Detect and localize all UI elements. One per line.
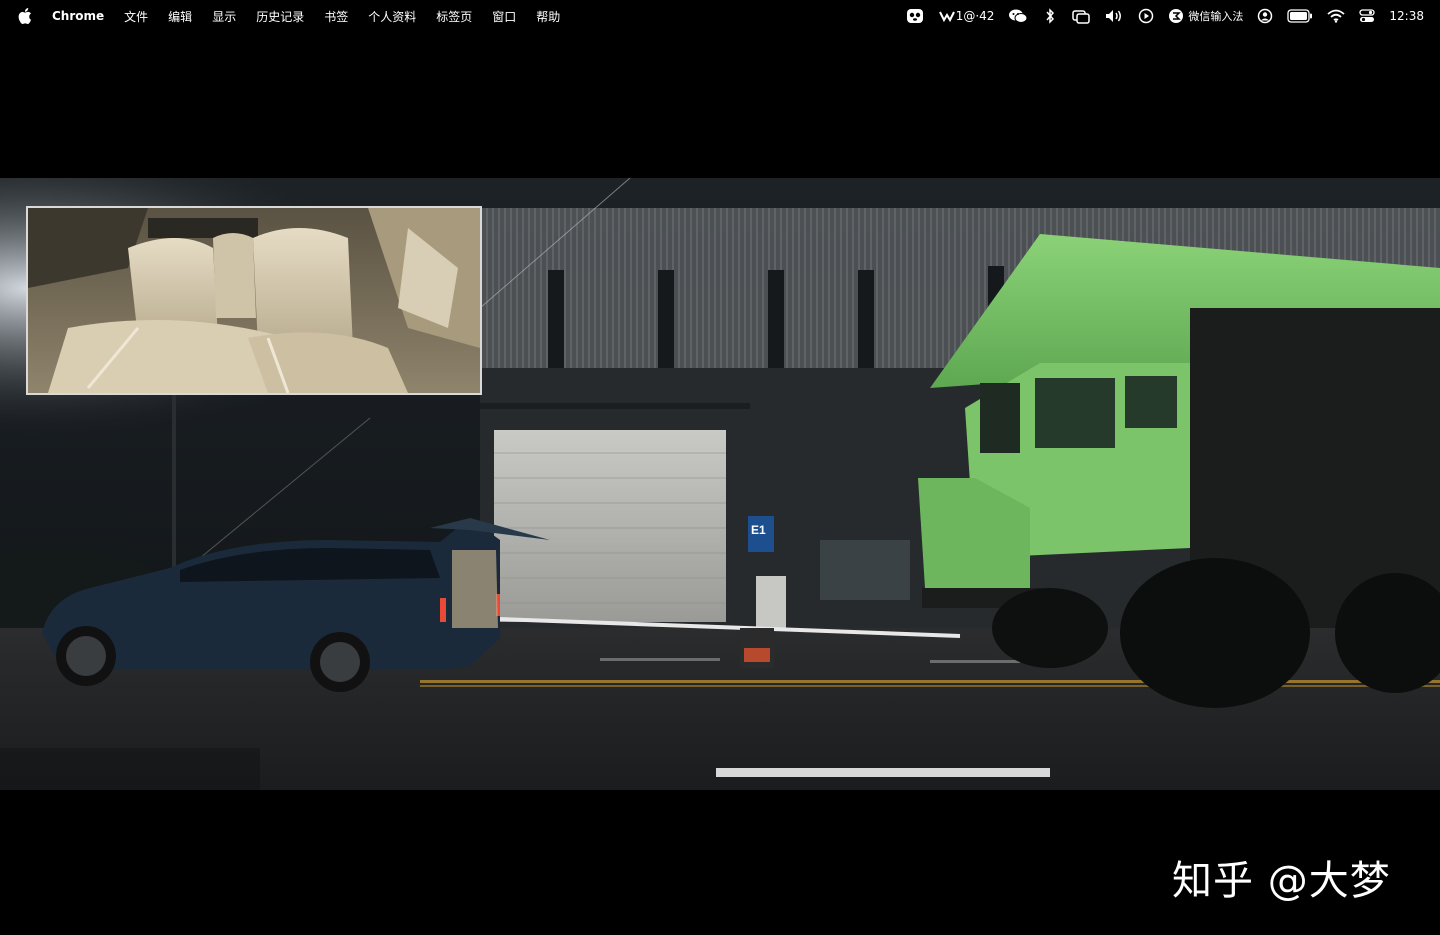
weather-text: 1@·42 — [955, 9, 995, 23]
play-icon[interactable] — [1138, 8, 1154, 24]
input-method-label: 微信输入法 — [1188, 10, 1244, 23]
battery-icon[interactable] — [1287, 8, 1313, 24]
menu-app-name[interactable]: Chrome — [52, 9, 104, 23]
weather-icon[interactable]: 1@·42 — [938, 8, 995, 24]
menu-item-edit[interactable]: 编辑 — [168, 8, 192, 25]
menu-item-profiles[interactable]: 个人资料 — [368, 8, 416, 25]
wechat-icon[interactable] — [1008, 8, 1028, 24]
menu-bar: Chrome 文件 编辑 显示 历史记录 书签 个人资料 标签页 窗口 帮助 1… — [0, 0, 1440, 32]
mining-truck — [918, 234, 1440, 708]
building-sign: E1 — [751, 523, 766, 537]
user-icon[interactable] — [1257, 8, 1273, 24]
volume-icon[interactable] — [1104, 8, 1124, 24]
watermark: 知乎 @大梦 — [1172, 858, 1391, 904]
input-method-icon[interactable]: 微信输入法 — [1168, 8, 1243, 24]
menu-item-tabs[interactable]: 标签页 — [436, 8, 472, 25]
control-center-icon[interactable] — [1359, 8, 1376, 24]
screen-mirror-icon[interactable] — [1072, 8, 1091, 24]
wifi-icon[interactable] — [1327, 8, 1345, 24]
clock[interactable]: 12:38 — [1389, 9, 1424, 23]
menu-item-file[interactable]: 文件 — [124, 8, 148, 25]
menu-item-bookmarks[interactable]: 书签 — [324, 8, 348, 25]
pip-interior-view[interactable] — [26, 206, 482, 395]
apple-icon[interactable] — [18, 8, 34, 24]
panda-icon[interactable] — [906, 8, 924, 24]
menu-item-window[interactable]: 窗口 — [492, 8, 516, 25]
bluetooth-icon[interactable] — [1042, 8, 1058, 24]
menu-item-view[interactable]: 显示 — [212, 8, 236, 25]
menu-item-history[interactable]: 历史记录 — [256, 8, 304, 25]
pip-interior-scene — [28, 208, 480, 393]
menu-item-help[interactable]: 帮助 — [536, 8, 560, 25]
